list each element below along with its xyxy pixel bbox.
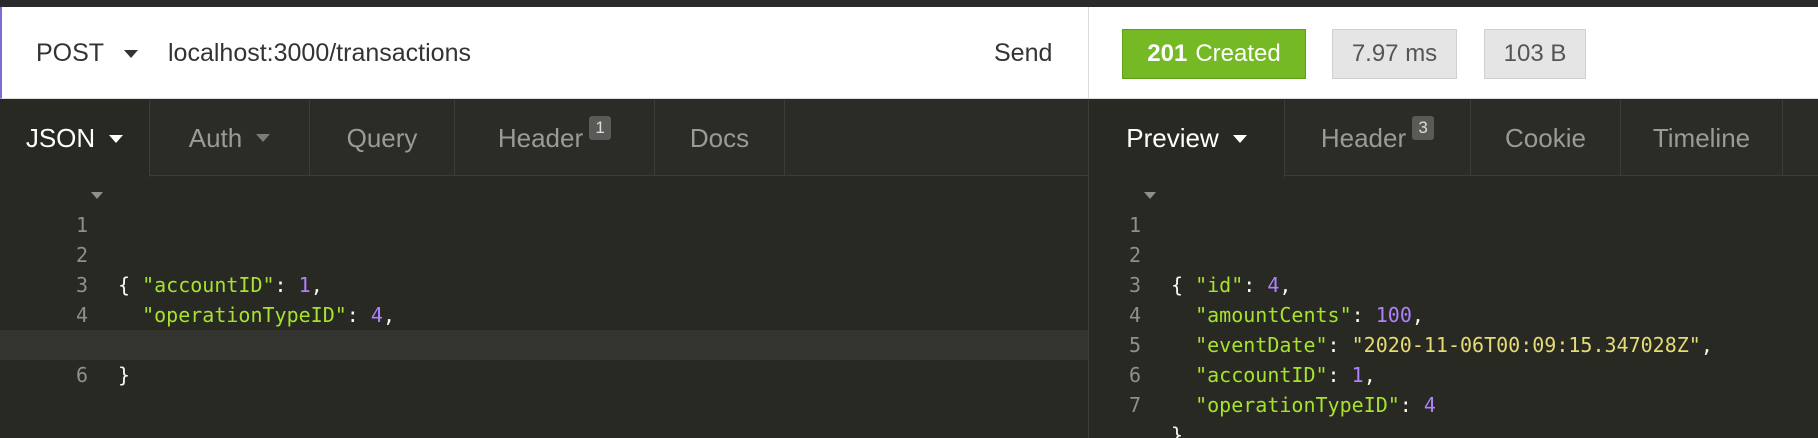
tab-timeline[interactable]: Timeline [1621,100,1783,176]
code-line: 1 { [1089,180,1818,297]
code-line-current: 6 [0,330,1088,387]
tab-docs[interactable]: Docs [655,100,785,176]
header-count-badge: 1 [589,116,612,140]
code-line: 6 "operationTypeID": 4 [1089,330,1818,417]
chevron-down-icon [124,49,139,58]
code-line: 2 "id": 4, [1089,210,1818,297]
http-method-dropdown[interactable]: POST [36,39,139,68]
tab-label: Docs [689,122,750,153]
tab-label: Timeline [1652,122,1751,153]
tab-label: Cookie [1505,122,1586,153]
code-line: 3 "amountCents": 100, [1089,240,1818,327]
http-method-label: POST [36,39,105,67]
response-tab-bar: Preview Header 3 Cookie Timeline [1089,100,1818,177]
code-line: 4 "amountCents": 1000 [0,270,1088,357]
chevron-down-icon [1232,134,1247,143]
request-url-bar: POST localhost:3000/transactions Send [0,7,1088,99]
line-number: 7 [1128,393,1141,417]
tab-label: Header [1320,122,1407,153]
json-brace: } [118,363,131,387]
status-code: 201 [1147,40,1188,67]
chevron-down-icon [256,134,271,142]
tab-cookie[interactable]: Cookie [1471,100,1621,176]
code-line: 5 "accountID": 1, [1089,300,1818,387]
send-button[interactable]: Send [994,39,1052,68]
fold-arrow-icon[interactable] [1144,192,1156,199]
response-time-badge: 7.97 ms [1332,29,1457,79]
status-text: Created [1195,40,1281,67]
code-line: 2 "accountID": 1, [0,210,1088,297]
response-status-bar: 201 Created 7.97 ms 103 B [1089,7,1818,99]
code-line: 7 } [1089,360,1818,438]
header-count-badge: 3 [1412,116,1435,140]
window-top-strip [0,0,1818,7]
tab-auth[interactable]: Auth [150,100,310,176]
tab-json[interactable]: JSON [0,100,150,177]
code-line: 1 { [0,180,1088,297]
request-tab-bar: JSON Auth Query Header 1 Docs [0,100,1088,177]
tab-label: Query [346,122,418,153]
json-brace: } [1171,423,1184,438]
chevron-down-icon [109,134,124,143]
json-value: 4 [1423,393,1436,417]
tab-label: JSON [25,123,96,153]
tab-label: Auth [188,122,243,153]
code-line: 3 "operationTypeID": 4, [0,240,1088,327]
request-body-editor[interactable]: 1 { 2 "accountID": 1, 3 "operationTypeID… [0,180,1088,387]
fold-arrow-icon[interactable] [91,192,103,199]
status-badge: 201 Created [1122,29,1306,79]
tab-response-header[interactable]: Header 3 [1285,100,1471,176]
line-number: 6 [75,363,88,387]
tab-header[interactable]: Header 1 [455,100,655,176]
url-input[interactable]: localhost:3000/transactions [168,39,471,68]
tab-label: Header [497,122,584,153]
tab-query[interactable]: Query [310,100,455,176]
json-key: "operationTypeID" [1195,393,1400,417]
tab-label: Preview [1126,123,1219,153]
code-line: 5 } [0,300,1088,387]
response-size-badge: 103 B [1484,29,1586,79]
tab-preview[interactable]: Preview [1089,100,1285,177]
code-line: 4 "eventDate": "2020-11-06T00:09:15.3470… [1089,270,1818,357]
response-body-viewer: 1 { 2 "id": 4, 3 "amountCents": 100, 4 "… [1089,180,1818,438]
